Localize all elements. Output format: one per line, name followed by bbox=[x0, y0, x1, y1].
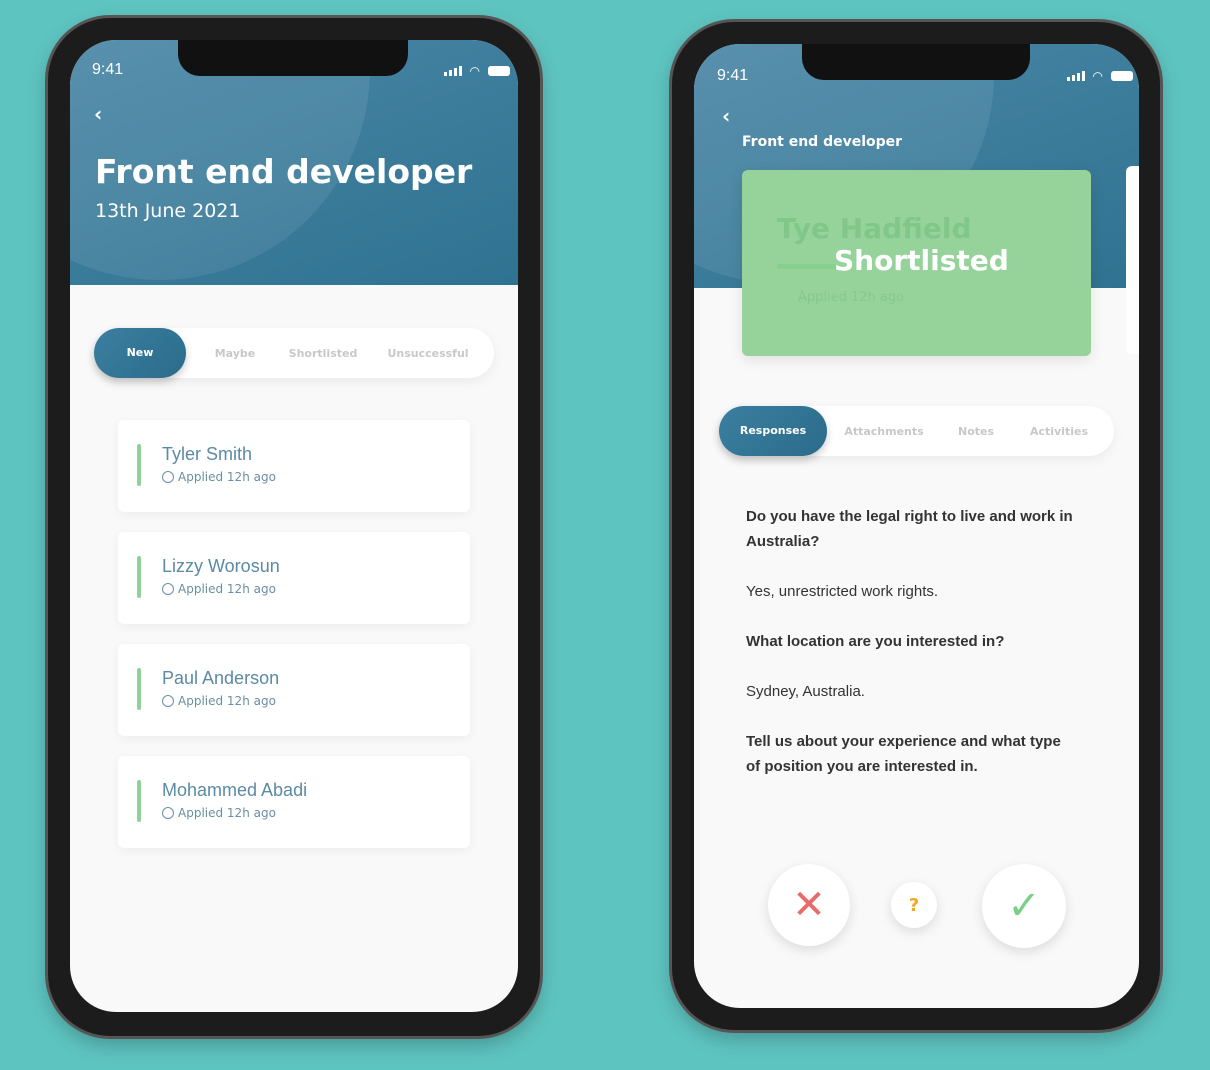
battery-icon bbox=[1111, 71, 1133, 81]
tab-responses[interactable]: Responses bbox=[719, 406, 827, 456]
status-bar-indicator bbox=[777, 264, 837, 269]
applied-text: Applied 12h ago bbox=[178, 806, 276, 820]
tab-attachments[interactable]: Attachments bbox=[827, 425, 941, 438]
signal-icon bbox=[443, 66, 462, 76]
candidate-card[interactable]: Tye Hadfield Applied 12h ago Shortlisted bbox=[742, 170, 1091, 356]
back-button[interactable]: ‹ bbox=[722, 104, 730, 128]
clock-icon bbox=[162, 471, 174, 483]
status-bar-indicator bbox=[137, 444, 141, 486]
phone-detail: 9:41 ◠ ‹ Front end developer Tye Hadfiel… bbox=[672, 22, 1160, 1030]
candidate-name: Lizzy Worosun bbox=[162, 556, 280, 576]
applied-text: Applied 12h ago bbox=[178, 582, 276, 596]
answer: Sydney, Australia. bbox=[746, 683, 865, 700]
page-title: Front end developer bbox=[95, 152, 473, 191]
status-icons: ◠ bbox=[443, 64, 510, 78]
maybe-button[interactable]: ? bbox=[891, 882, 937, 928]
job-date: 13th June 2021 bbox=[95, 200, 241, 222]
signal-icon bbox=[1066, 71, 1085, 81]
battery-icon bbox=[488, 66, 510, 76]
status-bar-indicator bbox=[137, 780, 141, 822]
wifi-icon: ◠ bbox=[1092, 69, 1103, 83]
status-bar-indicator bbox=[137, 556, 141, 598]
clock-icon bbox=[162, 583, 174, 595]
candidate-detail-screen: 9:41 ◠ ‹ Front end developer Tye Hadfiel… bbox=[694, 44, 1139, 1008]
next-card-peek[interactable] bbox=[1126, 166, 1139, 354]
detail-tabs: Responses Attachments Notes Activities bbox=[719, 406, 1114, 456]
tab-activities[interactable]: Activities bbox=[1011, 425, 1107, 438]
status-bar-indicator bbox=[137, 668, 141, 710]
tab-shortlisted[interactable]: Shortlisted bbox=[284, 347, 362, 360]
question-icon: ? bbox=[908, 894, 920, 916]
tab-unsuccessful[interactable]: Unsuccessful bbox=[362, 347, 494, 360]
tab-maybe[interactable]: Maybe bbox=[186, 347, 284, 360]
back-button[interactable]: ‹ bbox=[94, 102, 102, 126]
clock-icon bbox=[162, 807, 174, 819]
candidate-card[interactable]: Tyler Smith Applied 12h ago bbox=[118, 420, 470, 512]
job-title: Front end developer bbox=[742, 134, 903, 150]
applied-time: Applied 12h ago bbox=[162, 470, 276, 484]
notch bbox=[178, 40, 408, 76]
notch bbox=[802, 44, 1030, 80]
applied-text: Applied 12h ago bbox=[178, 470, 276, 484]
reject-button[interactable]: ✕ bbox=[768, 864, 850, 946]
close-icon: ✕ bbox=[792, 882, 826, 928]
candidate-name: Tye Hadfield bbox=[777, 212, 972, 245]
applied-text: Applied 12h ago bbox=[178, 694, 276, 708]
candidate-name: Paul Anderson bbox=[162, 668, 280, 688]
question: Tell us about your experience and what t… bbox=[746, 733, 1061, 775]
wifi-icon: ◠ bbox=[469, 64, 480, 78]
candidate-name: Mohammed Abadi bbox=[162, 780, 308, 800]
candidate-name: Tyler Smith bbox=[162, 444, 253, 464]
candidate-card[interactable]: Lizzy Worosun Applied 12h ago bbox=[118, 532, 470, 624]
status-overlay-label: Shortlisted bbox=[834, 244, 1009, 277]
applied-time: Applied 12h ago bbox=[162, 806, 276, 820]
status-tabs: New Maybe Shortlisted Unsuccessful bbox=[94, 328, 494, 378]
tab-notes[interactable]: Notes bbox=[941, 425, 1011, 438]
applied-text: Applied 12h ago bbox=[798, 290, 905, 305]
tab-new[interactable]: New bbox=[94, 328, 186, 378]
candidate-card[interactable]: Paul Anderson Applied 12h ago bbox=[118, 644, 470, 736]
status-time: 9:41 bbox=[92, 61, 124, 78]
question: What location are you interested in? bbox=[746, 633, 1005, 650]
header: 9:41 ◠ ‹ Front end developer 13th June 2… bbox=[70, 40, 518, 285]
applied-time: Applied 12h ago bbox=[162, 694, 276, 708]
question: Do you have the legal right to live and … bbox=[746, 508, 1073, 550]
applied-time: Applied 12h ago bbox=[162, 582, 276, 596]
status-icons: ◠ bbox=[1066, 69, 1133, 83]
candidate-list-screen: 9:41 ◠ ‹ Front end developer 13th June 2… bbox=[70, 40, 518, 1012]
candidate-card[interactable]: Mohammed Abadi Applied 12h ago bbox=[118, 756, 470, 848]
phone-list: 9:41 ◠ ‹ Front end developer 13th June 2… bbox=[48, 18, 540, 1036]
status-time: 9:41 bbox=[717, 67, 749, 84]
check-icon: ✓ bbox=[1007, 883, 1041, 929]
answer: Yes, unrestricted work rights. bbox=[746, 583, 939, 600]
clock-icon bbox=[162, 695, 174, 707]
accept-button[interactable]: ✓ bbox=[982, 864, 1066, 948]
